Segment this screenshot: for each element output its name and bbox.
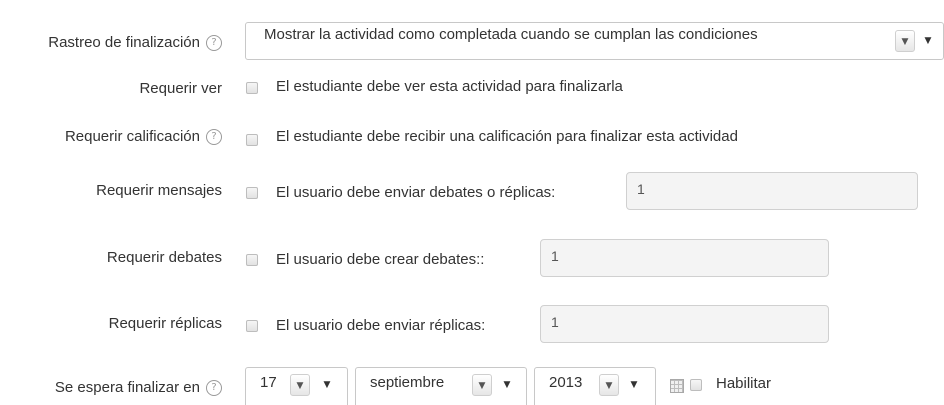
- help-icon[interactable]: ?: [206, 379, 222, 396]
- expected-label-wrap: Se espera finalizar en ?: [55, 379, 222, 396]
- require-posts-label: Requerir mensajes: [96, 182, 222, 199]
- completion-label-wrap: Rastreo de finalización ?: [48, 34, 222, 51]
- require-grade-row: Requerir calificación ? El estudiante de…: [0, 124, 944, 148]
- require-view-label: Requerir ver: [139, 80, 222, 97]
- enable-checkbox[interactable]: [690, 379, 702, 391]
- require-view-row: Requerir ver El estudiante debe ver esta…: [0, 76, 944, 97]
- require-replies-text: El usuario debe enviar réplicas:: [276, 317, 486, 334]
- require-discussions-row: Requerir debates El usuario debe crear d…: [0, 239, 944, 279]
- completion-select[interactable]: Mostrar la actividad como completada cua…: [245, 22, 944, 60]
- year-select[interactable]: 2013 ▼ ▼: [534, 367, 656, 405]
- require-grade-label: Requerir calificación: [64, 128, 200, 145]
- month-value: septiembre: [370, 374, 445, 391]
- require-posts-text: El usuario debe enviar debates o réplica…: [276, 184, 556, 201]
- require-grade-checkbox[interactable]: [246, 134, 258, 146]
- require-grade-label-wrap: Requerir calificación ?: [65, 128, 222, 145]
- require-replies-checkbox[interactable]: [246, 320, 258, 332]
- month-select[interactable]: septiembre ▼ ▼: [355, 367, 527, 405]
- require-grade-text: El estudiante debe recibir una calificac…: [276, 128, 738, 145]
- require-posts-checkbox[interactable]: [246, 187, 258, 199]
- calendar-icon[interactable]: [670, 379, 684, 393]
- chevron-down-icon[interactable]: ▼: [895, 30, 915, 52]
- require-view-text: El estudiante debe ver esta actividad pa…: [276, 78, 623, 95]
- chevron-down-icon[interactable]: ▼: [290, 374, 310, 396]
- require-discussions-text: El usuario debe crear debates::: [276, 251, 485, 268]
- day-select[interactable]: 17 ▼ ▼: [245, 367, 348, 405]
- day-value: 17: [260, 374, 277, 391]
- require-replies-row: Requerir réplicas El usuario debe enviar…: [0, 305, 944, 345]
- require-replies-input[interactable]: 1: [540, 305, 829, 343]
- enable-label: Habilitar: [716, 375, 772, 392]
- require-discussions-label: Requerir debates: [106, 249, 222, 266]
- expected-label: Se espera finalizar en: [54, 379, 200, 396]
- require-replies-label: Requerir réplicas: [108, 315, 222, 332]
- require-posts-row: Requerir mensajes El usuario debe enviar…: [0, 172, 944, 212]
- year-value: 2013: [549, 374, 583, 391]
- require-discussions-checkbox[interactable]: [246, 254, 258, 266]
- completion-select-value: Mostrar la actividad como completada cua…: [264, 26, 758, 43]
- require-discussions-input[interactable]: 1: [540, 239, 829, 277]
- completion-label: Rastreo de finalización: [48, 34, 200, 51]
- expected-row: Se espera finalizar en ? 17 ▼ ▼ septiemb…: [0, 367, 944, 405]
- chevron-down-icon[interactable]: ▼: [921, 30, 935, 52]
- chevron-down-icon[interactable]: ▼: [500, 374, 514, 396]
- chevron-down-icon[interactable]: ▼: [599, 374, 619, 396]
- chevron-down-icon[interactable]: ▼: [320, 374, 334, 396]
- help-icon[interactable]: ?: [206, 34, 222, 51]
- require-posts-input[interactable]: 1: [626, 172, 918, 210]
- completion-row: Rastreo de finalización ? Mostrar la act…: [0, 22, 944, 62]
- chevron-down-icon[interactable]: ▼: [627, 374, 641, 396]
- require-view-checkbox[interactable]: [246, 82, 258, 94]
- chevron-down-icon[interactable]: ▼: [472, 374, 492, 396]
- help-icon[interactable]: ?: [206, 128, 222, 145]
